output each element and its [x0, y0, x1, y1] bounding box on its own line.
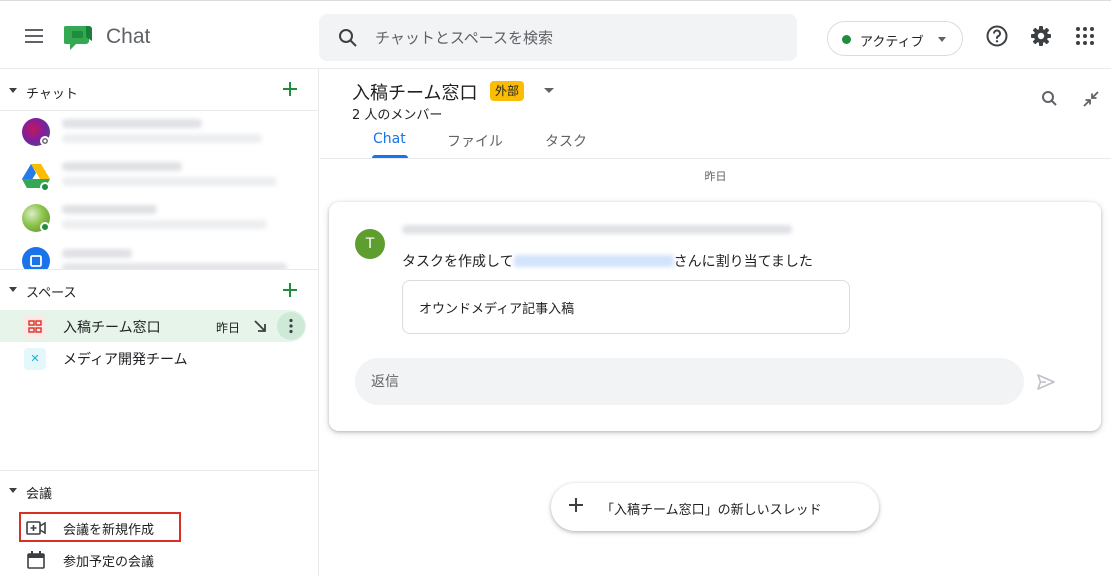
- mention-arrow-icon: [252, 318, 268, 334]
- space-name: メディア開発チーム: [63, 352, 188, 368]
- blurred-preview: [62, 134, 262, 143]
- search-icon: [337, 27, 359, 53]
- main-panel: 入稿チーム窓口 外部 2 人のメンバー Chat ファイル タスク 昨日 T タ…: [320, 69, 1111, 576]
- search-input[interactable]: [375, 14, 775, 61]
- upcoming-meetings-label: 参加予定の会議: [63, 555, 155, 570]
- sidebar: チャット スペース 入稿チーム窓口 昨日 ✕ メディア開発チーム 会議 会議を新…: [0, 69, 319, 576]
- apps-grid-icon[interactable]: [1072, 23, 1098, 49]
- top-bar: Chat アクティブ: [0, 1, 1111, 69]
- blurred-name: [62, 249, 132, 258]
- blurred-sender: [402, 225, 792, 234]
- app-name: Chat: [106, 25, 151, 48]
- chevron-down-icon: [938, 37, 946, 42]
- presence-indicator: [40, 136, 50, 146]
- external-badge: 外部: [490, 81, 525, 101]
- menu-icon[interactable]: [20, 24, 50, 48]
- space-item-nyuko[interactable]: 入稿チーム窓口 昨日: [0, 310, 306, 342]
- add-chat-icon[interactable]: [280, 79, 300, 99]
- reply-input[interactable]: [371, 358, 971, 405]
- tab-files[interactable]: ファイル: [447, 131, 503, 159]
- meetings-section-header[interactable]: 会議: [0, 471, 318, 511]
- help-icon[interactable]: [984, 23, 1010, 49]
- collapse-icon[interactable]: [1081, 89, 1101, 109]
- member-count[interactable]: 2 人のメンバー: [352, 104, 442, 123]
- collapse-icon[interactable]: [9, 287, 17, 292]
- chat-logo-icon: [63, 24, 94, 52]
- message-text: タスクを作成して さんに割り当てました: [402, 251, 813, 271]
- collapse-icon[interactable]: [9, 488, 17, 493]
- upcoming-meetings-item[interactable]: 参加予定の会議: [0, 544, 318, 574]
- chat-item[interactable]: [0, 198, 318, 238]
- calendar-icon: [26, 550, 46, 570]
- chat-section-header[interactable]: チャット: [0, 71, 318, 111]
- space-icon: [24, 316, 46, 338]
- message-text-after: さんに割り当てました: [673, 254, 813, 270]
- task-card[interactable]: オウンドメディア記事入稿: [402, 280, 850, 334]
- status-label: アクティブ: [860, 35, 924, 50]
- meetings-section-title: 会議: [26, 487, 53, 502]
- task-title: オウンドメディア記事入稿: [419, 302, 575, 317]
- blurred-mention: [513, 255, 674, 267]
- tab-tasks[interactable]: タスク: [545, 131, 587, 159]
- chat-app: Chat アクティブ チャット: [0, 0, 1111, 576]
- collapse-icon[interactable]: [9, 88, 17, 93]
- message-text-before: タスクを作成して: [402, 254, 514, 270]
- presence-indicator: [40, 182, 50, 192]
- blurred-name: [62, 162, 182, 171]
- chat-section-title: チャット: [26, 87, 78, 102]
- new-thread-button[interactable]: 「入稿チーム窓口」の新しいスレッド: [551, 483, 879, 531]
- blurred-preview: [62, 220, 267, 229]
- reply-box[interactable]: [355, 358, 1024, 405]
- message-thread-card: T タスクを作成して さんに割り当てました オウンドメディア記事入稿: [329, 202, 1101, 431]
- chevron-down-icon[interactable]: [544, 88, 554, 93]
- presence-indicator: [40, 222, 50, 232]
- spaces-section-title: スペース: [26, 286, 77, 301]
- space-icon: ✕: [24, 348, 46, 370]
- blurred-name: [62, 205, 157, 214]
- highlight-annotation: [19, 512, 181, 542]
- space-item-media[interactable]: ✕ メディア開発チーム: [0, 342, 306, 374]
- blurred-preview: [62, 177, 277, 186]
- blurred-name: [62, 119, 202, 128]
- date-separator: 昨日: [704, 170, 727, 183]
- new-thread-label: 「入稿チーム窓口」の新しいスレッド: [601, 503, 822, 518]
- status-dropdown[interactable]: アクティブ: [827, 21, 963, 56]
- status-dot: [842, 35, 851, 44]
- chat-item[interactable]: [0, 112, 318, 152]
- room-title: 入稿チーム窓口: [352, 83, 478, 104]
- gear-icon[interactable]: [1028, 23, 1054, 49]
- chat-item[interactable]: [0, 241, 318, 269]
- plus-icon: [567, 496, 585, 514]
- spaces-section-header[interactable]: スペース: [0, 270, 318, 310]
- divider: [0, 110, 318, 111]
- space-name: 入稿チーム窓口: [63, 320, 161, 336]
- search-bar[interactable]: [319, 14, 797, 61]
- more-options-icon[interactable]: [277, 312, 305, 340]
- calendar-avatar: [22, 247, 50, 269]
- space-time: 昨日: [216, 321, 241, 335]
- chat-item[interactable]: [0, 155, 318, 195]
- add-space-icon[interactable]: [280, 280, 300, 300]
- divider: [320, 158, 1111, 159]
- avatar[interactable]: T: [355, 229, 385, 259]
- search-icon[interactable]: [1040, 89, 1060, 109]
- send-icon[interactable]: [1035, 371, 1057, 393]
